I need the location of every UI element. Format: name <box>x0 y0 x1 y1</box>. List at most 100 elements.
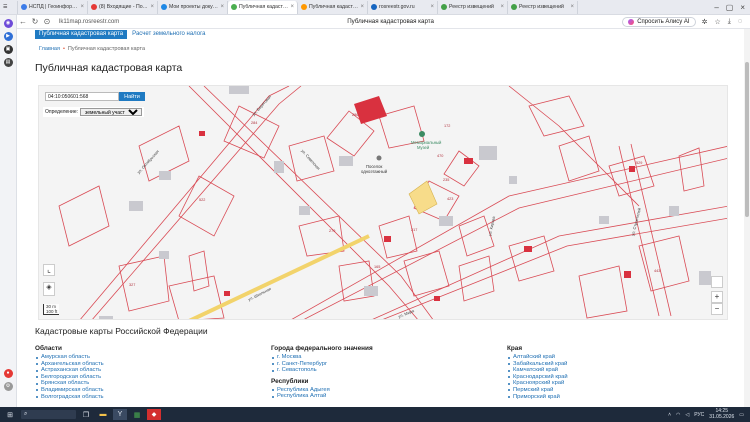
clock[interactable]: 14:25 31.05.2026 <box>709 408 734 420</box>
list-item[interactable]: Красноярский край <box>507 380 568 387</box>
list-item[interactable]: Амурская область <box>35 354 104 361</box>
close-icon[interactable]: × <box>290 4 294 10</box>
list-item[interactable]: г. Москва <box>271 354 373 361</box>
list-item[interactable]: Белгородская область <box>35 374 104 381</box>
volume-icon[interactable]: ◁ <box>685 412 689 418</box>
tab-favicon <box>371 4 377 10</box>
list-item[interactable]: Камчатский край <box>507 367 568 374</box>
sidebar-app-icon[interactable]: ▶ <box>3 32 13 41</box>
sidebar-app-icon[interactable]: ▤ <box>3 58 13 67</box>
definition-select[interactable]: земельный участок <box>80 108 143 116</box>
tab-8[interactable]: Реестр извещений × <box>508 0 578 14</box>
network-icon[interactable]: ◠ <box>676 412 680 418</box>
tab-favicon <box>301 4 307 10</box>
breadcrumb-separator: • <box>62 46 65 52</box>
zoom-in-button[interactable]: + <box>711 291 723 303</box>
maximize-icon[interactable]: ▢ <box>726 3 734 12</box>
scrollbar-thumb[interactable] <box>745 62 749 217</box>
reload-icon[interactable]: ↻ <box>29 17 41 26</box>
list-item[interactable]: Владимирская область <box>35 387 104 394</box>
system-tray: ˄ ◠ ◁ РУС 14:25 31.05.2026 ▭ <box>668 408 750 420</box>
list-item[interactable]: Волгоградская область <box>35 394 104 401</box>
sidebar-app-icon[interactable]: ⚙ <box>3 382 13 391</box>
list-item[interactable]: Приморский край <box>507 394 568 401</box>
profile-icon[interactable]: ◌ <box>738 18 742 26</box>
tab-favicon <box>511 4 517 10</box>
task-view-icon[interactable]: ❐ <box>79 409 93 420</box>
map-label: Музей <box>417 145 430 150</box>
yandex-browser-icon[interactable]: Y <box>113 409 127 420</box>
file-explorer-icon[interactable]: ▬ <box>96 409 110 420</box>
tab-favicon <box>231 4 237 10</box>
close-icon[interactable]: × <box>150 4 154 10</box>
map-scale: 30 m 100 ft <box>43 304 60 315</box>
parcel-boundaries <box>58 86 727 319</box>
kraya-list: Алтайский край Забайкальский край Камчат… <box>507 354 568 400</box>
tab-3[interactable]: Мои проекты докуме... × <box>158 0 228 14</box>
cities-heading: Города федерального значения <box>271 345 373 352</box>
cities-list: г. Москва г. Санкт-Петербург г. Севастоп… <box>271 354 373 374</box>
download-icon[interactable]: ⤓ <box>728 18 731 26</box>
find-button[interactable]: Найти <box>119 92 145 101</box>
tab-1[interactable]: НСПД | Геоинформа... × <box>18 0 88 14</box>
page-content: Публичная кадастровая карта Расчет земел… <box>17 29 747 407</box>
settlement-marker-icon[interactable] <box>376 155 382 161</box>
list-item[interactable]: Архангельская область <box>35 361 104 368</box>
app-icon[interactable]: ▦ <box>130 409 144 420</box>
tab-4-active[interactable]: Публичная кадастр... × <box>228 0 298 14</box>
minimize-icon[interactable]: – <box>714 3 718 12</box>
list-item[interactable]: Республика Алтай <box>271 393 373 400</box>
list-item[interactable]: г. Санкт-Петербург <box>271 361 373 368</box>
layers-icon[interactable]: ◈ <box>43 282 55 296</box>
tray-arrow-icon[interactable]: ˄ <box>668 412 671 418</box>
kraya-heading: Края <box>507 345 523 352</box>
parcel-number: 286 <box>352 113 358 117</box>
sidebar-app-icon[interactable]: ▣ <box>3 45 13 54</box>
breadcrumb-home[interactable]: Главная <box>39 46 60 52</box>
list-item[interactable]: г. Севастополь <box>271 367 373 374</box>
map-canvas[interactable]: Поселок одноэтажный Мемориальный Музей у… <box>39 86 728 320</box>
tab-6[interactable]: rosreestr.gov.ru × <box>368 0 438 14</box>
selected-parcel[interactable] <box>408 180 438 215</box>
subnav-land-tax[interactable]: Расчет земельного налога <box>127 30 210 38</box>
list-item[interactable]: Пермский край <box>507 387 568 394</box>
close-icon[interactable]: × <box>570 4 574 10</box>
museum-marker-icon[interactable] <box>419 131 425 137</box>
url-field[interactable]: lk11map.rosreestr.com <box>59 19 159 25</box>
tab-2[interactable]: (8) Входящие - Почта × <box>88 0 158 14</box>
ask-alisa-button[interactable]: Спросить Алису AI <box>622 16 696 27</box>
map-search: Найти <box>45 92 145 101</box>
tab-5[interactable]: Публичная кадастр... × <box>298 0 368 14</box>
tab-7[interactable]: Реестр извещений × <box>438 0 508 14</box>
close-icon[interactable]: × <box>500 4 504 10</box>
taskbar-search-icon[interactable]: ⌕ <box>21 410 76 419</box>
back-icon[interactable]: ← <box>17 17 29 26</box>
breadcrumb-current: Публичная кадастровая карта <box>67 46 145 52</box>
close-icon[interactable]: × <box>430 4 434 10</box>
language-indicator[interactable]: РУС <box>694 412 704 418</box>
windows-start-icon[interactable]: ⊞ <box>3 409 17 420</box>
subnav-cadastral-map[interactable]: Публичная кадастровая карта <box>35 29 128 39</box>
zoom-out-button[interactable]: − <box>711 303 723 315</box>
cadastral-map[interactable]: Поселок одноэтажный Мемориальный Музей у… <box>38 85 728 320</box>
info-icon[interactable] <box>711 276 723 288</box>
sidebar-app-icon[interactable]: ◉ <box>3 19 13 28</box>
cadastral-number-input[interactable] <box>45 92 119 101</box>
sidebar-app-icon[interactable]: ● <box>3 369 13 378</box>
close-icon[interactable]: × <box>220 4 224 10</box>
list-item[interactable]: Брянская область <box>35 380 104 387</box>
close-icon[interactable]: × <box>80 4 84 10</box>
close-icon[interactable]: × <box>360 4 364 10</box>
extension-icon[interactable]: ✲ <box>702 18 708 26</box>
list-item[interactable]: Астраханская область <box>35 367 104 374</box>
parcel-number: 443 <box>654 269 660 273</box>
app-icon[interactable]: ◆ <box>147 409 161 420</box>
browser-menu-icon[interactable]: ☰ <box>0 0 18 14</box>
tab-favicon <box>161 4 167 10</box>
notifications-icon[interactable]: ▭ <box>739 412 744 418</box>
bookmark-icon[interactable]: ☆ <box>714 18 720 26</box>
fullscreen-icon[interactable]: ⌞ <box>43 264 55 276</box>
list-item[interactable]: Алтайский край <box>507 354 568 361</box>
close-window-icon[interactable]: × <box>740 3 745 12</box>
address-bar: ← ↻ ⊙ lk11map.rosreestr.com Публичная ка… <box>17 15 750 29</box>
